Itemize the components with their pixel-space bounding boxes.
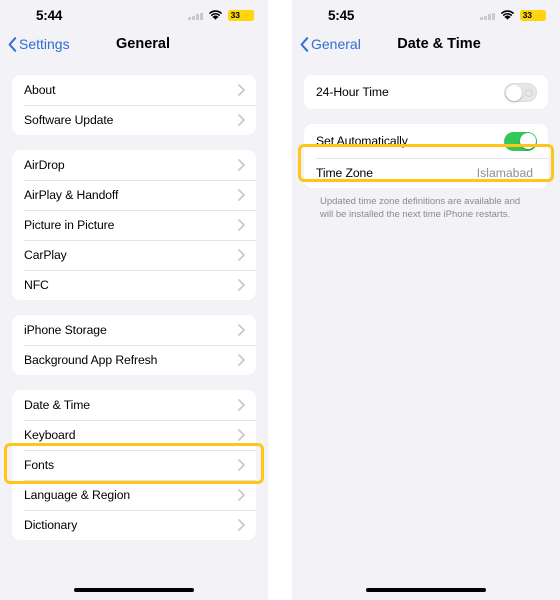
chevron-right-icon — [238, 114, 245, 126]
row-label: Date & Time — [24, 398, 90, 412]
time-zone-footnote: Updated time zone definitions are availa… — [320, 196, 521, 220]
settings-group-storage: iPhone Storage Background App Refresh — [12, 315, 256, 375]
battery-status-badge: 33 ⚡ — [227, 10, 254, 21]
sidebar-item-nfc[interactable]: NFC — [12, 270, 256, 300]
cellular-signal-icon — [188, 11, 203, 20]
chevron-left-icon — [300, 36, 309, 52]
chevron-right-icon — [238, 519, 245, 531]
row-label: Language & Region — [24, 488, 131, 502]
row-label: AirPlay & Handoff — [24, 188, 119, 202]
row-label: 24-Hour Time — [316, 85, 389, 99]
row-label: Keyboard — [24, 428, 76, 442]
sidebar-item-airplay-handoff[interactable]: AirPlay & Handoff — [12, 180, 256, 210]
home-indicator — [366, 587, 486, 592]
status-bar: 5:44 33 ⚡ — [0, 0, 268, 32]
navigation-bar: Settings General — [0, 32, 268, 64]
chevron-right-icon — [238, 279, 245, 291]
chevron-right-icon — [238, 84, 245, 96]
navigation-bar: General Date & Time — [292, 32, 560, 64]
sidebar-item-fonts[interactable]: Fonts — [12, 450, 256, 480]
row-label: Time Zone — [316, 166, 373, 180]
row-label: Set Automatically — [316, 134, 408, 148]
settings-group-connectivity: AirDrop AirPlay & Handoff Picture in Pic… — [12, 150, 256, 300]
wifi-icon — [208, 10, 222, 20]
row-set-automatically[interactable]: Set Automatically — [304, 124, 548, 158]
battery-percent-label: 33 — [522, 10, 533, 20]
status-bar-indicators: 33 ⚡ — [188, 10, 254, 21]
chevron-right-icon — [238, 489, 245, 501]
sidebar-item-background-app-refresh[interactable]: Background App Refresh — [12, 345, 256, 375]
row-label: Software Update — [24, 113, 114, 127]
time-zone-value: Islamabad — [476, 166, 533, 180]
chevron-right-icon — [238, 324, 245, 336]
sidebar-item-carplay[interactable]: CarPlay — [12, 240, 256, 270]
left-phone-screen-general: 5:44 33 ⚡ Settings General About Softwar… — [0, 0, 268, 600]
toggle-off-ring-icon — [524, 89, 533, 97]
row-label: Background App Refresh — [24, 353, 158, 367]
settings-group-system-info: About Software Update — [12, 75, 256, 135]
sidebar-item-language-region[interactable]: Language & Region — [12, 480, 256, 510]
toggle-24-hour-time[interactable] — [504, 82, 537, 102]
row-label: Fonts — [24, 458, 54, 472]
row-label: Picture in Picture — [24, 218, 115, 232]
sidebar-item-software-update[interactable]: Software Update — [12, 105, 256, 135]
sidebar-item-iphone-storage[interactable]: iPhone Storage — [12, 315, 256, 345]
settings-group-hour-format: 24-Hour Time — [304, 75, 548, 109]
panel-divider — [280, 0, 292, 600]
home-indicator — [74, 587, 194, 592]
content-top-spacer — [292, 64, 560, 75]
battery-status-badge: 33 ⚡ — [519, 10, 546, 21]
back-button-settings[interactable]: Settings — [8, 36, 70, 52]
row-label: NFC — [24, 278, 49, 292]
toggle-knob — [506, 85, 522, 101]
chevron-right-icon — [238, 459, 245, 471]
chevron-right-icon — [238, 354, 245, 366]
chevron-right-icon — [238, 399, 245, 411]
settings-group-localization: Date & Time Keyboard Fonts Language & Re… — [12, 390, 256, 540]
right-phone-screen-date-time: 5:45 33 ⚡ General Date & Time 24-Hour Ti… — [292, 0, 560, 600]
chevron-right-icon — [238, 159, 245, 171]
date-time-settings-list: 24-Hour Time Set Automatically Time Zone — [292, 75, 560, 222]
content-top-spacer — [0, 64, 268, 75]
row-label: AirDrop — [24, 158, 65, 172]
settings-group-auto-time: Set Automatically Time Zone Islamabad — [304, 124, 548, 188]
back-button-label: Settings — [19, 36, 70, 52]
status-bar: 5:45 33 ⚡ — [292, 0, 560, 32]
toggle-knob — [519, 133, 536, 149]
chevron-right-icon — [238, 429, 245, 441]
chevron-right-icon — [238, 249, 245, 261]
row-label: iPhone Storage — [24, 323, 107, 337]
sidebar-item-picture-in-picture[interactable]: Picture in Picture — [12, 210, 256, 240]
row-label: CarPlay — [24, 248, 67, 262]
dual-screenshot-container: 5:44 33 ⚡ Settings General About Softwar… — [0, 0, 560, 600]
sidebar-item-dictionary[interactable]: Dictionary — [12, 510, 256, 540]
row-time-zone[interactable]: Time Zone Islamabad — [304, 158, 548, 188]
settings-list: About Software Update AirDrop AirPlay & … — [0, 75, 268, 540]
cellular-signal-icon — [480, 11, 495, 20]
back-button-general[interactable]: General — [300, 36, 361, 52]
sidebar-item-keyboard[interactable]: Keyboard — [12, 420, 256, 450]
back-button-label: General — [311, 36, 361, 52]
sidebar-item-date-time[interactable]: Date & Time — [12, 390, 256, 420]
row-label: About — [24, 83, 56, 97]
row-label: Dictionary — [24, 518, 78, 532]
chevron-right-icon — [238, 189, 245, 201]
battery-percent-label: 33 — [230, 10, 241, 20]
toggle-set-automatically[interactable] — [504, 131, 537, 151]
battery-charging-icon: ⚡ — [533, 10, 543, 20]
status-bar-clock: 5:45 — [328, 8, 355, 23]
row-24-hour-time[interactable]: 24-Hour Time — [304, 75, 548, 109]
chevron-left-icon — [8, 36, 17, 52]
battery-charging-icon: ⚡ — [241, 10, 251, 20]
status-bar-indicators: 33 ⚡ — [480, 10, 546, 21]
status-bar-clock: 5:44 — [36, 8, 63, 23]
chevron-right-icon — [238, 219, 245, 231]
sidebar-item-airdrop[interactable]: AirDrop — [12, 150, 256, 180]
wifi-icon — [500, 10, 514, 20]
sidebar-item-about[interactable]: About — [12, 75, 256, 105]
